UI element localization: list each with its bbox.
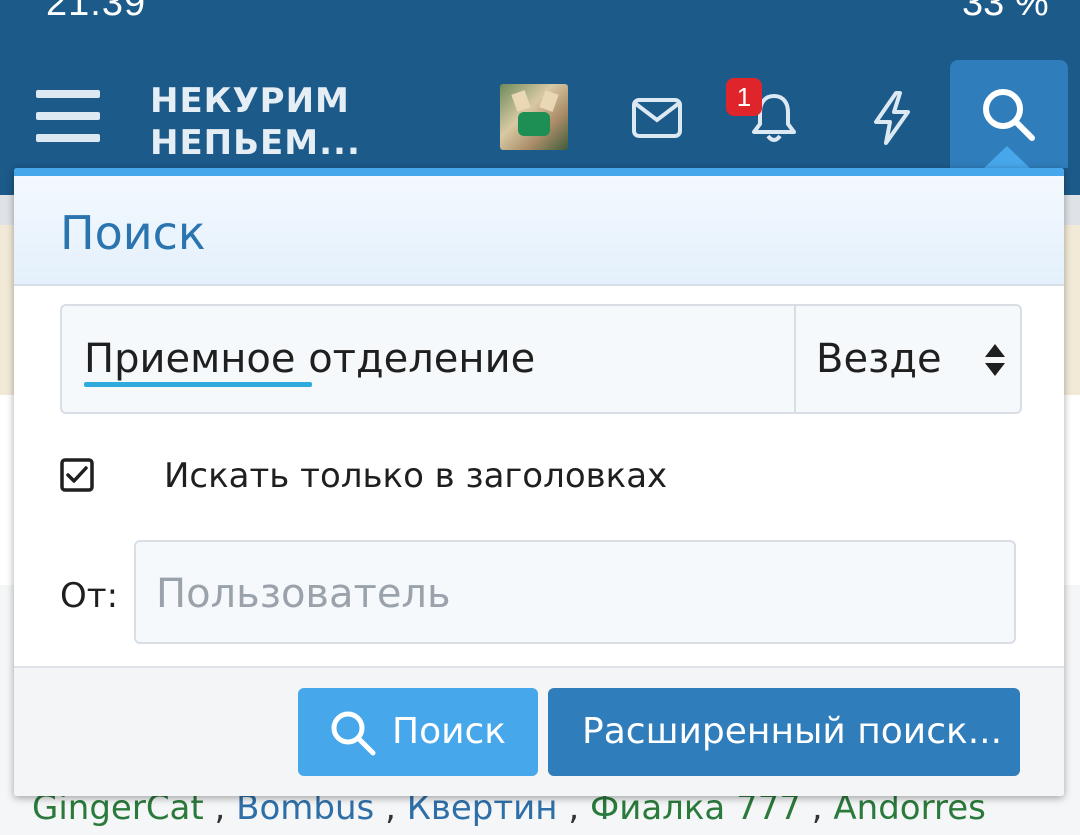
from-label: От: <box>60 576 119 616</box>
search-button[interactable]: Поиск <box>298 688 538 776</box>
advanced-search-label: Расширенный поиск... <box>582 711 1003 752</box>
status-battery: 33 % <box>962 0 1049 24</box>
search-button-label: Поиск <box>392 711 507 752</box>
search-icon <box>983 89 1035 141</box>
panel-header: Поиск <box>14 176 1064 286</box>
spellcheck-underline <box>84 382 312 387</box>
panel-accent-line <box>14 168 1064 176</box>
app-header: 21:39 33 % НЕКУРИМ НЕПЬЕМ... 1 <box>0 0 1080 195</box>
search-tab-caret <box>982 146 1032 170</box>
panel-title: Поиск <box>60 206 206 260</box>
advanced-search-button[interactable]: Расширенный поиск... <box>548 688 1020 776</box>
notification-badge: 1 <box>726 78 762 116</box>
search-query-group: Приемное отделение Везде <box>60 304 1022 414</box>
user-input[interactable]: Пользователь <box>134 540 1016 644</box>
checkbox-checked-icon[interactable] <box>60 458 94 492</box>
lightning-icon[interactable] <box>870 90 914 146</box>
search-query-input[interactable]: Приемное отделение <box>84 306 784 412</box>
title-only-label: Искать только в заголовках <box>164 456 668 496</box>
panel-footer: Поиск Расширенный поиск... <box>14 666 1064 796</box>
search-panel: Поиск Приемное отделение Везде Искать то… <box>14 168 1064 796</box>
mail-icon[interactable] <box>632 98 682 138</box>
status-bar: 21:39 33 % <box>0 0 1080 30</box>
search-scope-value: Везде <box>816 336 942 382</box>
search-icon <box>331 711 376 756</box>
site-logo[interactable]: НЕКУРИМ НЕПЬЕМ... <box>150 80 370 164</box>
select-arrows-icon <box>985 344 1005 376</box>
site-logo-line2: НЕПЬЕМ... <box>150 123 361 163</box>
site-logo-line1: НЕКУРИМ <box>150 81 350 121</box>
search-scope-select[interactable]: Везде <box>794 306 1022 412</box>
hamburger-menu-icon[interactable] <box>36 90 100 146</box>
user-avatar[interactable] <box>500 84 568 150</box>
status-time: 21:39 <box>46 0 147 24</box>
